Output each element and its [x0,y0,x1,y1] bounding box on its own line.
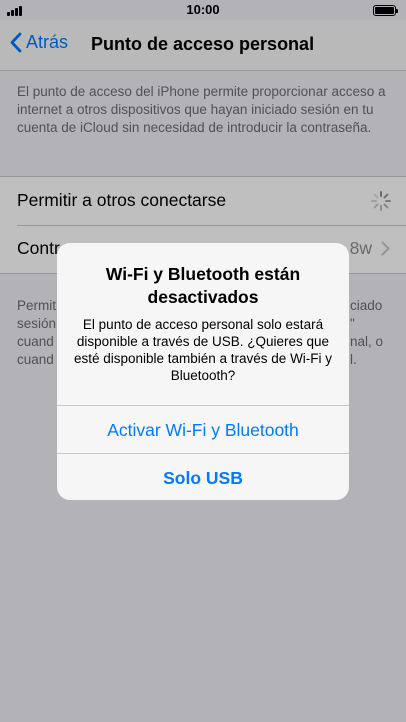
alert-title: Wi-Fi y Bluetooth están desactivados [105,264,301,307]
alert-dialog: Wi-Fi y Bluetooth están desactivados El … [57,243,349,500]
enable-wifi-bluetooth-button[interactable]: Activar Wi-Fi y Bluetooth [57,405,349,454]
usb-only-button[interactable]: Solo USB [57,453,349,500]
alert-message: El punto de acceso personal solo estará … [73,317,333,383]
